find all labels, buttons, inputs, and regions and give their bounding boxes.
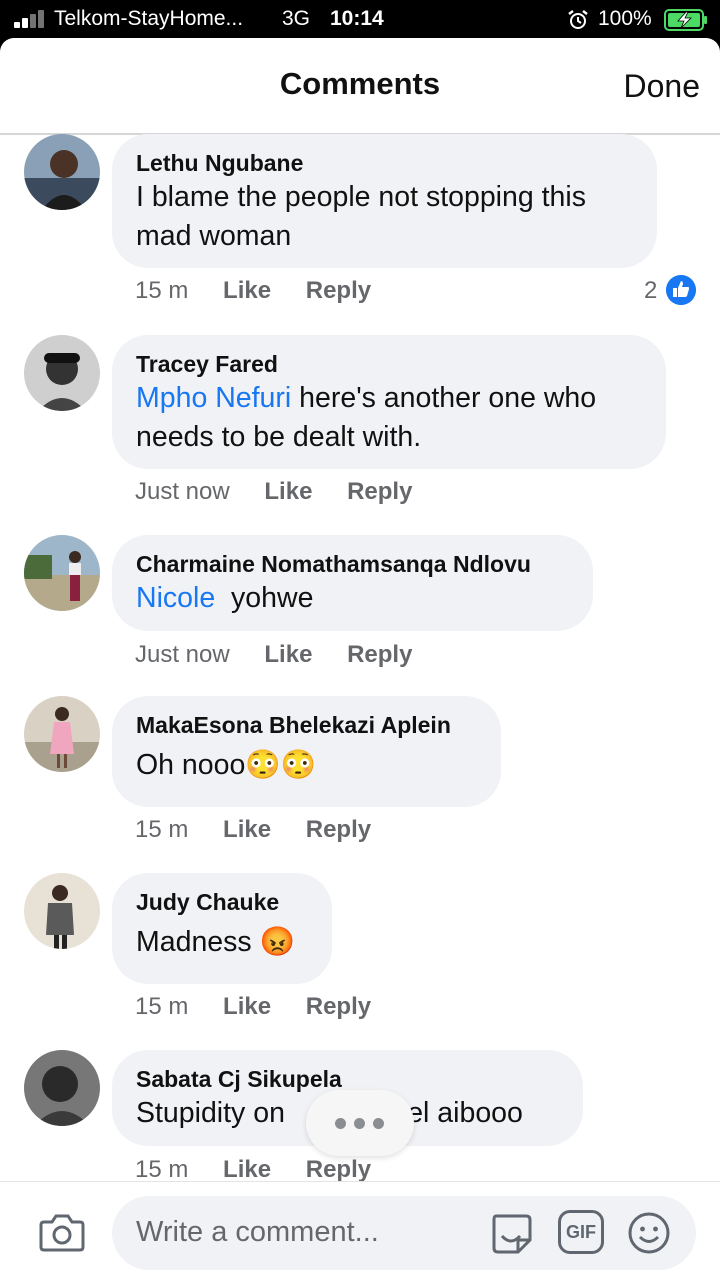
reply-button[interactable]: Reply [306, 816, 371, 843]
comment-author[interactable]: MakaEsona Bhelekazi Aplein [136, 710, 477, 740]
comment-timestamp: 15 m [135, 816, 189, 843]
status-bar: Telkom-StayHome... 3G 10:14 100% [0, 0, 720, 40]
comment-timestamp: Just now [135, 641, 230, 668]
like-button[interactable]: Like [264, 641, 312, 668]
reply-button[interactable]: Reply [347, 641, 412, 668]
carrier-name: Telkom-StayHome... [54, 7, 244, 30]
avatar[interactable] [24, 1050, 100, 1126]
comment-input-placeholder: Write a comment... [136, 1216, 379, 1248]
comment-text: Oh nooo😳😳 [136, 749, 317, 781]
battery-icon [664, 9, 707, 31]
comment-meta: 15 m Like Reply [135, 993, 399, 1021]
comment-meta: 15 m Like Reply [135, 816, 399, 844]
comment-bubble[interactable]: MakaEsona Bhelekazi Aplein Oh nooo😳😳 [112, 696, 501, 807]
comment-bubble[interactable]: Charmaine Nomathamsanqa Ndlovu Nicole yo… [112, 535, 593, 631]
mention-link[interactable]: Mpho Nefuri [136, 382, 291, 414]
comment-timestamp: Just now [135, 478, 230, 505]
comment-text: I blame the people not stopping this [136, 181, 586, 213]
comment-text: Nicole yohwe [136, 579, 569, 618]
comment-author[interactable]: Lethu Ngubane [136, 148, 633, 178]
comment-author[interactable]: Tracey Fared [136, 349, 642, 379]
reaction-count[interactable]: 2 [644, 277, 657, 305]
camera-icon[interactable] [38, 1210, 86, 1254]
like-button[interactable]: Like [264, 478, 312, 505]
typing-indicator [306, 1090, 414, 1156]
comment-author[interactable]: Judy Chauke [136, 887, 308, 917]
comment-composer: Write a comment... GIF [0, 1181, 720, 1280]
like-button[interactable]: Like [223, 1156, 271, 1183]
comment-text-part: yohwe [215, 582, 314, 614]
like-button[interactable]: Like [223, 993, 271, 1020]
comment-input[interactable]: Write a comment... GIF [112, 1196, 696, 1270]
like-button[interactable]: Like [223, 277, 271, 304]
comment-text: needs to be dealt with. [136, 421, 422, 453]
comment-bubble[interactable]: Tracey Fared Mpho Nefuri here's another … [112, 335, 666, 469]
comment-meta: 15 m Like Reply [135, 1156, 399, 1184]
comment-timestamp: 15 m [135, 993, 189, 1020]
sticker-icon[interactable] [488, 1210, 534, 1256]
comment-meta: Just now Like Reply [135, 478, 440, 506]
comment-timestamp: 15 m [135, 1156, 189, 1183]
comment-bubble[interactable]: Judy Chauke Madness 😡 [112, 873, 332, 984]
like-button[interactable]: Like [223, 816, 271, 843]
mention-link[interactable]: Nicole [136, 582, 215, 614]
alarm-icon [568, 10, 588, 29]
comment-text-part: Stupidity on [136, 1097, 285, 1129]
network-type: 3G [282, 7, 311, 30]
comment-meta: Just now Like Reply [135, 641, 440, 669]
done-button[interactable]: Done [624, 68, 701, 105]
battery-percent: 100% [598, 7, 652, 30]
emoji-icon[interactable] [626, 1210, 672, 1256]
reply-button[interactable]: Reply [347, 478, 412, 505]
page-title: Comments [279, 66, 441, 101]
clock: 10:14 [330, 7, 384, 30]
signal-icon [14, 10, 46, 28]
comment-author[interactable]: Charmaine Nomathamsanqa Ndlovu [136, 549, 569, 579]
comment-timestamp: 15 m [135, 277, 189, 304]
avatar[interactable] [24, 134, 100, 210]
comment-meta: 15 m Like Reply [135, 277, 399, 305]
gif-icon[interactable]: GIF [558, 1210, 604, 1254]
avatar[interactable] [24, 335, 100, 411]
reply-button[interactable]: Reply [306, 277, 371, 304]
comment-bubble[interactable]: Lethu Ngubane I blame the people not sto… [112, 134, 657, 268]
avatar[interactable] [24, 535, 100, 611]
comments-sheet: Comments Done Lethu Ngubane I blame the … [0, 38, 720, 1280]
comment-text: Madness 😡 [136, 926, 296, 958]
avatar[interactable] [24, 696, 100, 772]
comment-text-part: here's another one who [291, 382, 597, 414]
reply-button[interactable]: Reply [306, 1156, 371, 1183]
comments-header: Comments Done [0, 38, 720, 135]
like-icon [666, 275, 696, 305]
comment-text: mad woman [136, 220, 292, 252]
avatar[interactable] [24, 873, 100, 949]
reply-button[interactable]: Reply [306, 993, 371, 1020]
comment-text: Mpho Nefuri here's another one who [136, 379, 642, 418]
